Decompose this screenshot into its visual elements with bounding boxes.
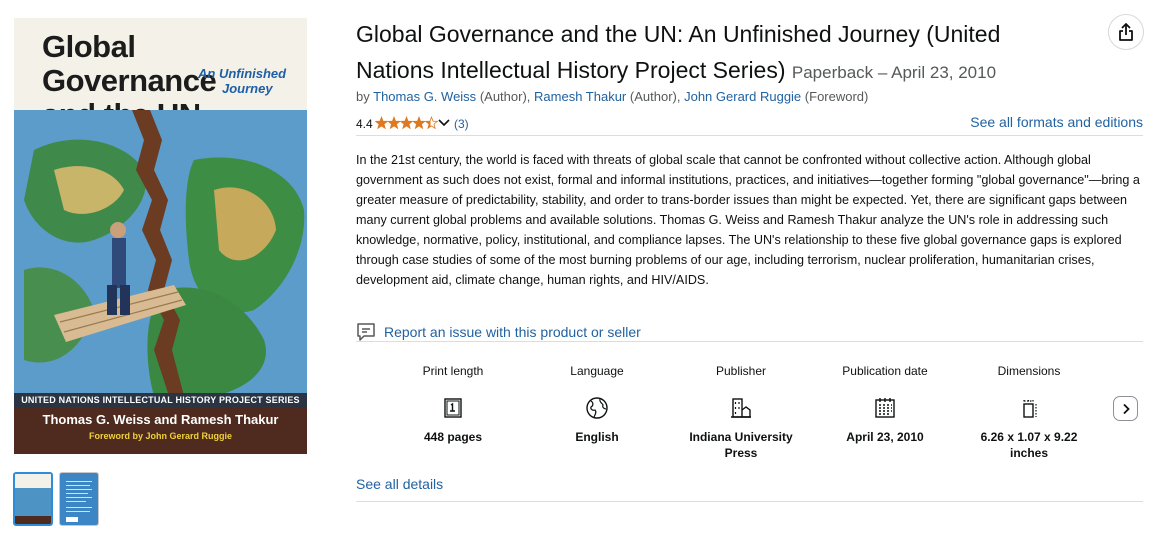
star-icon bbox=[424, 116, 439, 130]
detail-value: 448 pages bbox=[423, 430, 483, 444]
cover-subtitle-line-2: Journey bbox=[222, 81, 273, 96]
product-description: In the 21st century, the world is faced … bbox=[356, 153, 1140, 287]
share-icon bbox=[1119, 23, 1133, 41]
product-format: Paperback – April 23, 2010 bbox=[791, 63, 997, 82]
star-icon bbox=[399, 116, 414, 130]
byline: by Thomas G. Weiss (Author), Ramesh Thak… bbox=[356, 89, 868, 104]
chevron-right-icon bbox=[1122, 403, 1130, 414]
author-role: (Foreword) bbox=[804, 89, 869, 104]
thumbnail-front-cover-bottom bbox=[15, 516, 51, 524]
book-pages-icon bbox=[444, 398, 462, 418]
divider bbox=[356, 341, 1143, 342]
rating-row: 4.4 (3) See all formats and editions bbox=[356, 114, 1143, 134]
cover-illustration bbox=[14, 110, 307, 396]
author-link-john-gerard-ruggie[interactable]: John Gerard Ruggie bbox=[684, 89, 801, 104]
author-link-thomas-g-weiss[interactable]: Thomas G. Weiss bbox=[373, 89, 476, 104]
byline-by: by bbox=[356, 89, 370, 104]
product-title: Global Governance and the UN: An Unfinis… bbox=[356, 16, 1076, 91]
divider bbox=[356, 501, 1143, 502]
detail-value: 6.26 x 1.07 x 9.22 inches bbox=[980, 430, 1078, 460]
report-issue-text: Report an issue with this product or sel… bbox=[384, 324, 641, 340]
thumbnail-front-cover-art bbox=[15, 488, 51, 516]
cover-authors: Thomas G. Weiss and Ramesh Thakur bbox=[42, 412, 279, 427]
globe-icon bbox=[586, 397, 608, 419]
star-icon bbox=[387, 116, 401, 130]
detail-label: Publisher bbox=[715, 364, 767, 378]
report-flag-icon bbox=[357, 323, 375, 341]
thumbnail-front-cover[interactable] bbox=[13, 472, 53, 526]
share-button[interactable] bbox=[1108, 14, 1144, 50]
cover-subtitle: An Unfinished Journey bbox=[198, 66, 298, 96]
thumbnail-back-cover-art bbox=[60, 473, 98, 525]
see-all-formats-link[interactable]: See all formats and editions bbox=[970, 114, 1143, 130]
carousel-next-button[interactable] bbox=[1113, 396, 1138, 421]
star-icon bbox=[375, 116, 389, 130]
star-icon bbox=[412, 116, 426, 130]
detail-label: Publication date bbox=[842, 364, 928, 378]
thumbnail-back-cover[interactable] bbox=[59, 472, 99, 526]
building-icon bbox=[731, 398, 751, 418]
detail-label: Language bbox=[570, 364, 624, 378]
calendar-icon bbox=[875, 398, 895, 418]
cover-subtitle-line-1: An Unfinished bbox=[198, 66, 287, 81]
author-role: (Author), bbox=[629, 89, 681, 104]
author-link-ramesh-thakur[interactable]: Ramesh Thakur bbox=[534, 89, 626, 104]
see-all-details-link[interactable]: See all details bbox=[356, 476, 443, 492]
review-count-link[interactable]: (3) bbox=[454, 117, 469, 131]
chevron-down-icon[interactable] bbox=[437, 118, 451, 128]
rating-value: 4.4 bbox=[356, 117, 373, 131]
author-role: (Author), bbox=[479, 89, 531, 104]
divider bbox=[356, 135, 1143, 136]
cover-foreword: Foreword by John Gerard Ruggie bbox=[88, 431, 232, 441]
detail-label: Dimensions bbox=[997, 364, 1061, 378]
thumbnail-front-cover-top bbox=[15, 474, 51, 488]
detail-value: Indiana University Press bbox=[689, 430, 793, 460]
detail-label: Print length bbox=[422, 364, 484, 378]
detail-value: English bbox=[575, 430, 619, 444]
product-details-carousel: Print length 448 pages Language English … bbox=[356, 352, 1143, 472]
cover-series-band: UNITED NATIONS INTELLECTUAL HISTORY PROJ… bbox=[14, 393, 307, 407]
ruler-icon bbox=[1023, 400, 1037, 418]
book-cover-image[interactable]: Global Governance and the UN An Unfinish… bbox=[14, 18, 307, 454]
detail-value: April 23, 2010 bbox=[846, 430, 924, 444]
